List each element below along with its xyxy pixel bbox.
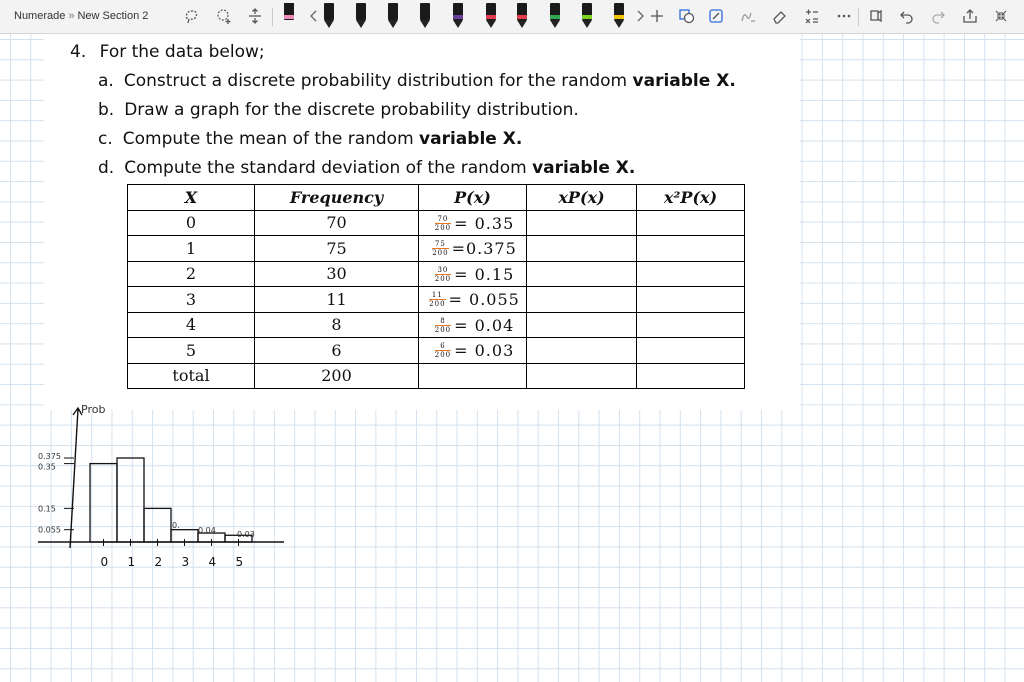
pen-7-icon[interactable] xyxy=(484,3,498,31)
app-toolbar: Numerade» New Section 2 xyxy=(0,0,1024,34)
pen-9-icon[interactable] xyxy=(548,3,562,31)
pen-3-icon[interactable] xyxy=(354,3,368,31)
pen-11-icon[interactable] xyxy=(612,3,626,31)
y-axis-label: Prob xyxy=(81,403,105,416)
scroll-left-icon[interactable] xyxy=(304,6,324,26)
y-tick-label: 0.055 xyxy=(38,526,61,535)
bar-0 xyxy=(89,462,118,543)
pen-10-icon[interactable] xyxy=(580,3,594,31)
y-tick-label: 0.375 xyxy=(38,452,61,461)
y-tick-label: 0.35 xyxy=(38,463,56,472)
x-tick-label: 3 xyxy=(182,555,190,569)
eraser-icon[interactable] xyxy=(770,6,790,26)
breadcrumb[interactable]: Numerade» New Section 2 xyxy=(14,10,148,22)
share-icon[interactable] xyxy=(960,6,980,26)
undo-icon[interactable] xyxy=(897,6,917,26)
lasso-select-icon[interactable] xyxy=(182,6,202,26)
ink-to-text-icon[interactable] xyxy=(738,6,758,26)
fullscreen-icon[interactable] xyxy=(991,6,1011,26)
pen-8-icon[interactable] xyxy=(515,3,529,31)
pen-6-icon[interactable] xyxy=(451,3,465,31)
x-tick-label: 5 xyxy=(236,555,244,569)
breadcrumb-section[interactable]: New Section 2 xyxy=(77,10,148,22)
redo-icon[interactable] xyxy=(928,6,948,26)
pen-2-icon[interactable] xyxy=(322,3,336,31)
bar-value-label: 0. xyxy=(172,521,180,530)
add-pen-icon[interactable] xyxy=(647,6,667,26)
bar-2 xyxy=(143,507,172,543)
replay-icon[interactable] xyxy=(866,6,886,26)
toolbar-divider xyxy=(272,8,273,26)
ink-to-shape-icon[interactable] xyxy=(706,6,726,26)
bar-1 xyxy=(116,457,145,543)
x-tick-label: 4 xyxy=(209,555,217,569)
pen-1-icon[interactable] xyxy=(282,3,296,31)
math-icon[interactable] xyxy=(802,6,822,26)
y-tick-label: 0.15 xyxy=(38,504,56,513)
y-axis xyxy=(69,408,79,549)
more-icon[interactable] xyxy=(834,6,854,26)
add-space-icon[interactable] xyxy=(214,6,234,26)
toolbar-divider xyxy=(858,8,859,26)
shapes-icon[interactable] xyxy=(677,6,697,26)
page-canvas[interactable]: 4. For the data below; a. Construct a dis… xyxy=(0,34,1024,682)
bar-value-label: 0.04 xyxy=(198,526,216,535)
breadcrumb-notebook[interactable]: Numerade xyxy=(14,10,65,22)
x-tick-label: 0 xyxy=(101,555,109,569)
pen-5-icon[interactable] xyxy=(418,3,432,31)
breadcrumb-separator: » xyxy=(68,10,75,22)
hand-drawn-graph: Prob 0.375 0.35 0.15 0.055 0 1 2 3 4 5 0. 0.04 0.03 xyxy=(38,403,284,569)
pen-4-icon[interactable] xyxy=(386,3,400,31)
bar-value-label: 0.03 xyxy=(237,530,255,539)
insert-space-icon[interactable] xyxy=(245,6,265,26)
x-tick-label: 1 xyxy=(128,555,136,569)
x-tick-label: 2 xyxy=(155,555,163,569)
